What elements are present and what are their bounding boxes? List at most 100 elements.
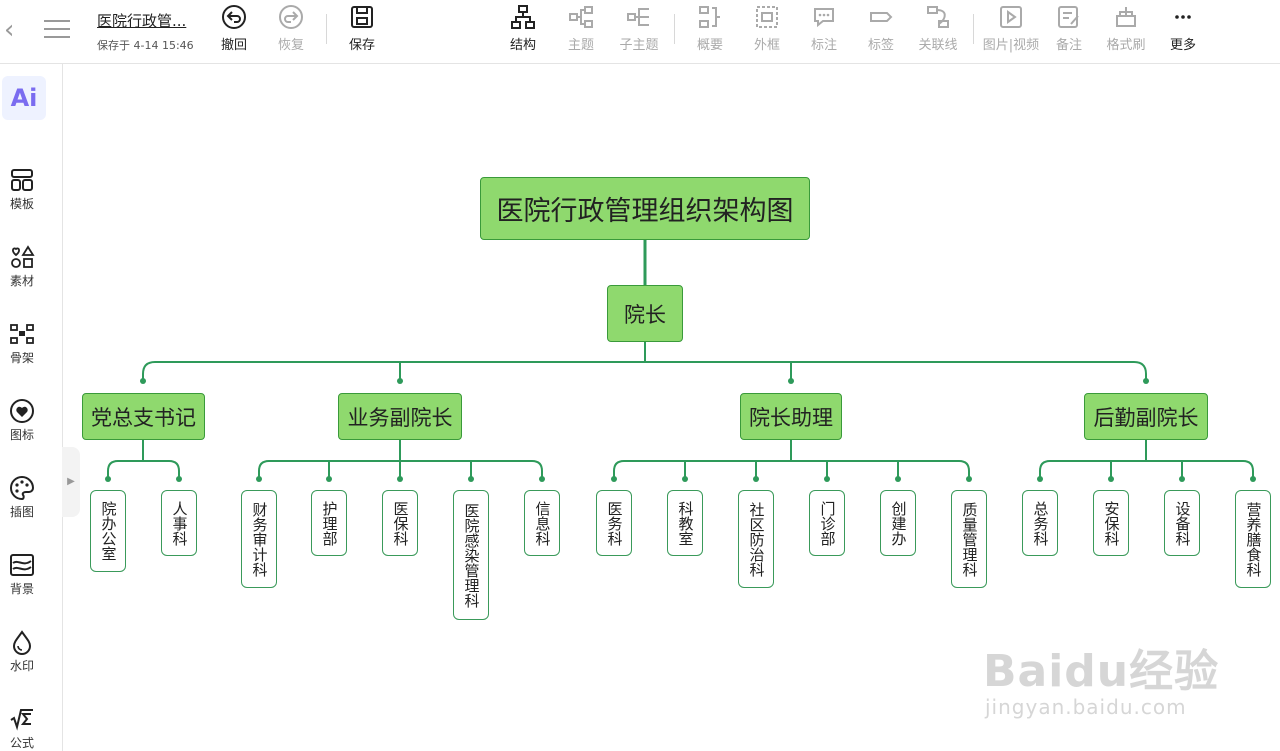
left-sidebar: Ai 模板 素材 骨架 图标 插图 背景 水印 公式 [0, 64, 63, 751]
leaf-node[interactable]: 医务科 [596, 490, 632, 556]
connector-dot [682, 476, 688, 482]
save-button[interactable]: 保存 [333, 4, 391, 56]
leaf-node[interactable]: 设备科 [1164, 490, 1200, 556]
leaf-node[interactable]: 总务科 [1022, 490, 1058, 556]
leaf-node[interactable]: 安保科 [1093, 490, 1129, 556]
undo-button[interactable]: 撤回 [205, 4, 263, 56]
redo-icon [279, 5, 303, 29]
leaf-node[interactable]: 信息科 [524, 490, 560, 556]
connector-dot [1143, 378, 1149, 384]
callout-icon [814, 8, 834, 28]
sidebar-item-background[interactable]: 背景 [0, 552, 44, 597]
connector-dot [1250, 476, 1256, 482]
summary-label: 概要 [696, 38, 723, 53]
heart-icon [10, 399, 34, 423]
sidebar-label: 图标 [9, 428, 34, 442]
leaf-node[interactable]: 医保科 [382, 490, 418, 556]
connector-dot [140, 378, 146, 384]
topic-button[interactable]: 主题 [552, 4, 610, 56]
document-title[interactable]: 医院行政管... [97, 10, 186, 31]
structure-button[interactable]: 结构 [494, 4, 552, 56]
leaf-node[interactable]: 院办公室 [90, 490, 126, 572]
connector-dot [397, 378, 403, 384]
leaf-node[interactable]: 创建办 [880, 490, 916, 556]
relation-line-button[interactable]: 关联线 [909, 4, 967, 56]
shapes-icon [11, 245, 35, 268]
topic-icon [569, 6, 593, 28]
format-painter-button[interactable]: 格式刷 [1097, 4, 1155, 56]
branch-node[interactable]: 业务副院长 [338, 393, 462, 440]
connector-dot [966, 476, 972, 482]
formula-icon [10, 709, 33, 731]
boundary-icon [756, 6, 778, 28]
connector-dot [176, 476, 182, 482]
media-label: 图片|视频 [982, 38, 1040, 53]
leaf-node[interactable]: 人事科 [161, 490, 197, 556]
subtopic-button[interactable]: 子主题 [610, 4, 668, 56]
watermark-url: jingyan.baidu.com [985, 695, 1187, 719]
connector-dot [788, 378, 794, 384]
summary-icon [699, 6, 720, 28]
director-node[interactable]: 院长 [607, 285, 683, 342]
sidebar-item-illustration[interactable]: 插图 [0, 475, 44, 520]
relation-line-icon [927, 6, 949, 28]
connector-dot [1108, 476, 1114, 482]
note-button[interactable]: 备注 [1040, 4, 1098, 56]
more-icon [1175, 15, 1191, 19]
sidebar-item-watermark[interactable]: 水印 [0, 629, 44, 674]
more-label: 更多 [1169, 38, 1196, 53]
toolbar-divider [973, 14, 974, 44]
sidebar-item-material[interactable]: 素材 [0, 244, 44, 289]
connector-dot [824, 476, 830, 482]
boundary-button[interactable]: 外框 [738, 4, 796, 56]
sidebar-item-icons[interactable]: 图标 [0, 398, 44, 443]
summary-button[interactable]: 概要 [681, 4, 739, 56]
connector-line [142, 361, 1147, 380]
connector-dot [468, 476, 474, 482]
tag-icon [870, 12, 893, 22]
leaf-node[interactable]: 营养膳食科 [1235, 490, 1271, 588]
connector-dot [105, 476, 111, 482]
sidebar-item-formula[interactable]: 公式 [0, 706, 44, 751]
leaf-node[interactable]: 门诊部 [809, 490, 845, 556]
leaf-node[interactable]: 财务审计科 [241, 490, 277, 588]
structure-label: 结构 [509, 38, 536, 53]
subtopic-label: 子主题 [619, 38, 659, 53]
more-button[interactable]: 更多 [1154, 4, 1212, 56]
connector-line [613, 460, 970, 478]
connector-dot [611, 476, 617, 482]
callout-button[interactable]: 标注 [795, 4, 853, 56]
hamburger-menu-icon[interactable] [44, 20, 70, 40]
sidebar-item-template[interactable]: 模板 [0, 167, 44, 212]
root-topic[interactable]: 医院行政管理组织架构图 [480, 177, 810, 240]
connector-dot [895, 476, 901, 482]
sidebar-label: 骨架 [9, 351, 34, 365]
note-label: 备注 [1055, 38, 1082, 53]
skeleton-icon [10, 324, 34, 344]
baidu-watermark: Baidu经验 jingyan.baidu.com [983, 625, 1223, 725]
ai-button[interactable]: Ai [2, 76, 46, 120]
connector-dot [397, 476, 403, 482]
leaf-node[interactable]: 社区防治科 [738, 490, 774, 588]
undo-icon [222, 5, 246, 29]
undo-label: 撤回 [220, 38, 247, 53]
back-arrow-icon[interactable]: ‹ [4, 16, 22, 44]
leaf-node[interactable]: 科教室 [667, 490, 703, 556]
callout-label: 标注 [810, 38, 837, 53]
sidebar-item-skeleton[interactable]: 骨架 [0, 321, 44, 366]
leaf-node[interactable]: 护理部 [311, 490, 347, 556]
subtopic-icon [627, 8, 649, 26]
sidebar-label: 模板 [9, 197, 34, 211]
tag-button[interactable]: 标签 [852, 4, 910, 56]
branch-node[interactable]: 院长助理 [740, 393, 842, 440]
leaf-node[interactable]: 质量管理科 [951, 490, 987, 588]
save-label: 保存 [348, 38, 375, 53]
connector-dot [753, 476, 759, 482]
redo-button[interactable]: 恢复 [262, 4, 320, 56]
media-button[interactable]: 图片|视频 [980, 4, 1042, 56]
branch-node[interactable]: 后勤副院长 [1084, 393, 1208, 440]
leaf-node[interactable]: 医院感染管理科 [453, 490, 489, 620]
branch-node[interactable]: 党总支书记 [82, 393, 205, 440]
connector-dot [1179, 476, 1185, 482]
format-painter-label: 格式刷 [1106, 38, 1146, 53]
